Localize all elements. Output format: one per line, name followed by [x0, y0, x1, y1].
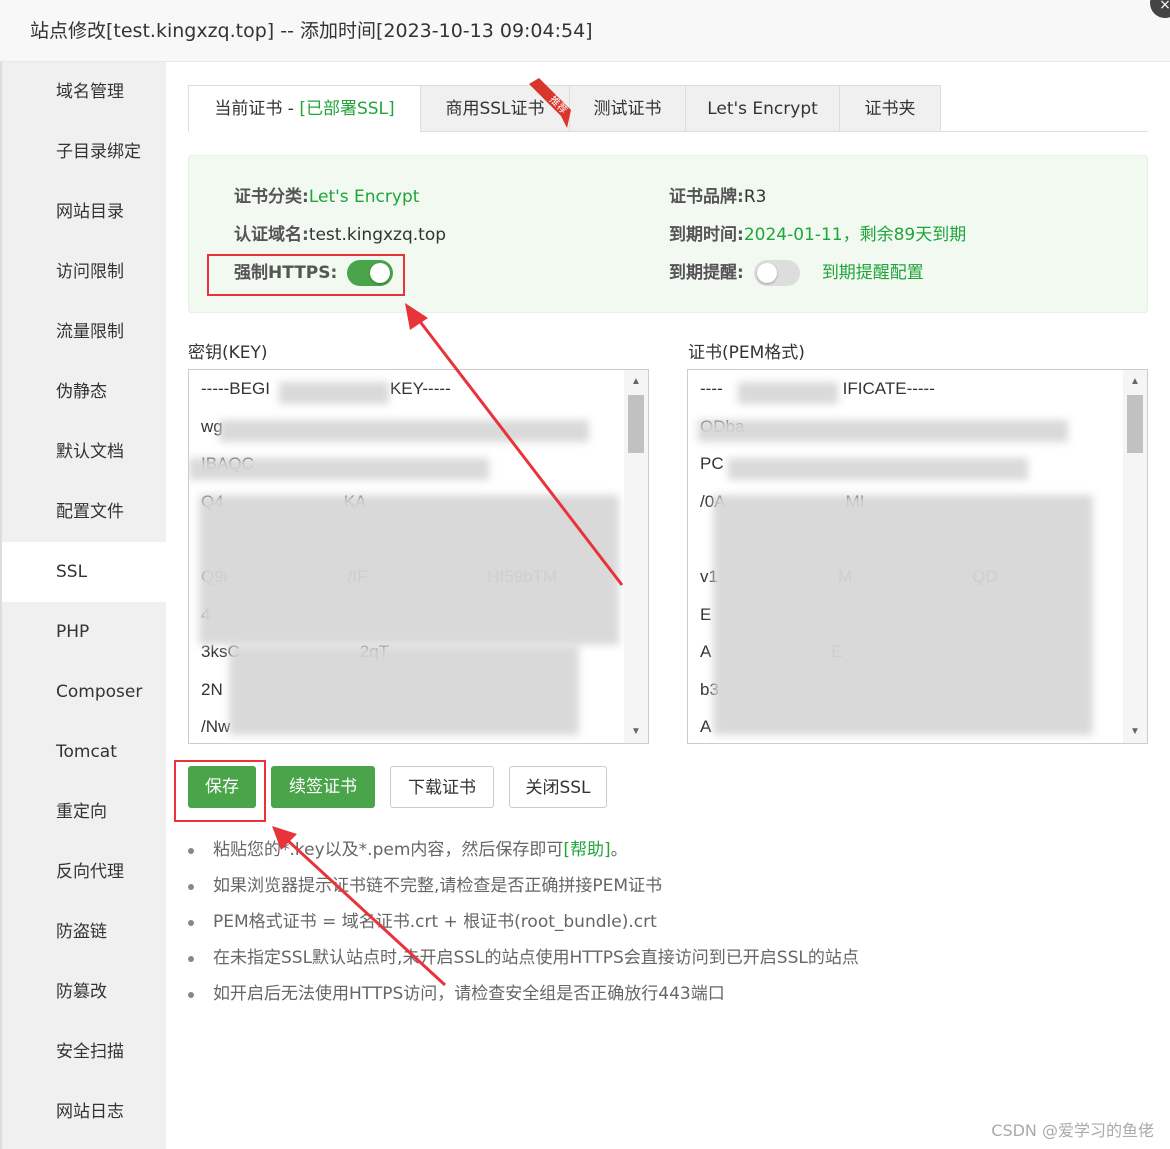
cert-type-value: Let's Encrypt: [308, 187, 420, 207]
domain-label: 认证域名:: [234, 225, 309, 245]
sidebar-item[interactable]: 网站日志: [2, 1082, 166, 1142]
sidebar-item[interactable]: 防盗链: [2, 902, 166, 962]
expiry-value: 2024-01-11，剩余89天到期: [743, 225, 967, 245]
reminder-label: 到期提醒:: [669, 263, 744, 283]
tab-current-cert[interactable]: 当前证书 - [已部署SSL]: [188, 85, 421, 132]
tab-commercial-ssl[interactable]: 商用SSL证书: [420, 85, 570, 132]
tips-list: 粘贴您的*.key以及*.pem内容，然后保存即可[帮助]。 如果浏览器提示证书…: [188, 832, 859, 1012]
expiry-label: 到期时间:: [669, 225, 744, 245]
cert-type-label: 证书分类:: [234, 187, 309, 207]
reminder-toggle[interactable]: [753, 260, 800, 286]
sidebar-item[interactable]: 流量限制: [2, 302, 166, 362]
sidebar-item[interactable]: 伪静态: [2, 362, 166, 422]
pem-scrollbar[interactable]: ▲ ▼: [1123, 370, 1147, 743]
tip-item: 如果浏览器提示证书链不完整,请检查是否正确拼接PEM证书: [188, 868, 859, 904]
annotation-box-https: [207, 254, 405, 296]
sidebar: 域名管理 子目录绑定 网站目录 访问限制 流量限制 伪静态 默认文档 配置文件 SSL PHP Co…: [0, 62, 166, 1149]
sidebar-item[interactable]: PHP: [2, 602, 166, 662]
text-line: -----BEGI KEY-----: [201, 379, 451, 398]
sidebar-item[interactable]: 配置文件: [2, 482, 166, 542]
brand-value: R3: [743, 187, 767, 207]
sidebar-item[interactable]: 反向代理: [2, 842, 166, 902]
ssl-status: [已部署SSL]: [299, 99, 395, 119]
sidebar-item[interactable]: 网站目录: [2, 182, 166, 242]
reminder-config-link[interactable]: 到期提醒配置: [822, 263, 924, 283]
sidebar-item[interactable]: 域名管理: [2, 62, 166, 122]
sidebar-item[interactable]: 防篡改: [2, 962, 166, 1022]
sidebar-item[interactable]: 默认文档: [2, 422, 166, 482]
sidebar-item[interactable]: 重定向: [2, 782, 166, 842]
key-label: 密钥(KEY): [188, 343, 268, 363]
dialog-title: 站点修改[test.kingxzq.top] -- 添加时间[2023-10-1…: [0, 0, 1170, 62]
pem-textarea[interactable]: ----IFICATE-----ODbaPC/0AMIv1MQDEAEb3A ▲…: [687, 369, 1148, 744]
tab-lets-encrypt[interactable]: Let's Encrypt: [685, 85, 840, 132]
help-link[interactable]: [帮助]: [563, 840, 610, 860]
tip-item: PEM格式证书 = 域名证书.crt + 根证书(root_bundle).cr…: [188, 904, 859, 940]
brand-label: 证书品牌:: [669, 187, 744, 207]
tip-item: 如开启后无法使用HTTPS访问，请检查安全组是否正确放行443端口: [188, 976, 859, 1012]
sidebar-item[interactable]: 子目录绑定: [2, 122, 166, 182]
key-scrollbar[interactable]: ▲ ▼: [624, 370, 648, 743]
tab-bar: 当前证书 - [已部署SSL] 商用SSL证书 测试证书 Let's Encry…: [188, 85, 1148, 132]
sidebar-item[interactable]: SSL: [2, 542, 166, 602]
close-ssl-button[interactable]: 关闭SSL: [509, 766, 607, 808]
sidebar-item[interactable]: Tomcat: [2, 722, 166, 782]
key-textarea[interactable]: -----BEGIKEY-----wgIBAQCQ4KAQ9i/IFHf59bT…: [188, 369, 649, 744]
renew-cert-button[interactable]: 续签证书: [271, 766, 375, 808]
tip-item: 在未指定SSL默认站点时,未开启SSL的站点使用HTTPS会直接访问到已开启SS…: [188, 940, 859, 976]
pem-label: 证书(PEM格式): [688, 343, 805, 363]
tab-label: 当前证书 -: [214, 99, 300, 119]
tab-cert-folder[interactable]: 证书夹: [839, 85, 941, 132]
domain-value: test.kingxzq.top: [308, 225, 447, 245]
download-cert-button[interactable]: 下载证书: [390, 766, 494, 808]
tab-test-cert[interactable]: 测试证书: [569, 85, 686, 132]
annotation-box-save: [174, 760, 266, 822]
sidebar-item[interactable]: 安全扫描: [2, 1022, 166, 1082]
sidebar-item[interactable]: Composer: [2, 662, 166, 722]
tip-item: 粘贴您的*.key以及*.pem内容，然后保存即可[帮助]。: [188, 832, 859, 868]
sidebar-item[interactable]: 访问限制: [2, 242, 166, 302]
watermark: CSDN @爱学习的鱼佬: [991, 1121, 1154, 1140]
